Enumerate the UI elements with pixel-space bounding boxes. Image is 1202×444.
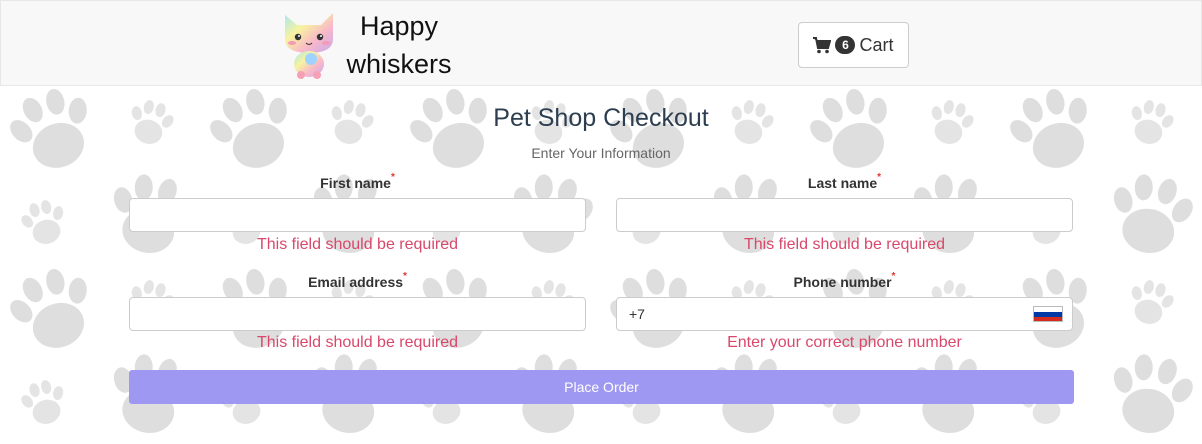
- last-name-input[interactable]: [616, 198, 1073, 232]
- phone-error: Enter your correct phone number: [727, 334, 962, 351]
- cart-label: Cart: [859, 34, 894, 55]
- phone-label-text: Phone number: [793, 274, 892, 290]
- place-order-button[interactable]: Place Order: [129, 370, 1074, 404]
- checkout-form: Pet Shop Checkout Enter Your Information…: [0, 86, 1202, 444]
- brand-name[interactable]: Happy whiskers: [339, 7, 459, 83]
- cart-count-badge: 6: [835, 36, 856, 54]
- brand-line-1: Happy: [359, 11, 439, 41]
- first-name-input[interactable]: [129, 198, 586, 232]
- last-name-label: Last name*: [616, 172, 1073, 191]
- last-name-error: This field should be required: [743, 236, 945, 253]
- required-asterisk: *: [891, 271, 896, 282]
- email-label: Email address*: [129, 271, 586, 290]
- brand-line-2: whiskers: [346, 49, 452, 79]
- shopping-cart-icon: [813, 36, 832, 53]
- first-name-label-text: First name: [320, 175, 391, 191]
- first-name-label: First name*: [129, 172, 586, 191]
- required-asterisk: *: [877, 172, 882, 183]
- required-asterisk: *: [390, 172, 395, 183]
- last-name-label-text: Last name: [807, 175, 878, 191]
- top-navbar: Happy whiskers 6 Cart: [0, 0, 1202, 86]
- rainbow-kitten-logo[interactable]: [277, 7, 341, 79]
- cart-button[interactable]: 6 Cart: [798, 22, 909, 68]
- first-name-error: This field should be required: [256, 236, 458, 253]
- page-subtitle: Enter Your Information: [531, 145, 671, 161]
- phone-label: Phone number*: [616, 271, 1073, 290]
- email-error: This field should be required: [256, 334, 458, 351]
- email-label-text: Email address: [308, 274, 404, 290]
- phone-input[interactable]: [616, 297, 1073, 331]
- russia-flag-icon[interactable]: [1033, 306, 1063, 322]
- required-asterisk: *: [403, 271, 407, 282]
- email-input[interactable]: [129, 297, 586, 331]
- page-title: Pet Shop Checkout: [493, 104, 709, 132]
